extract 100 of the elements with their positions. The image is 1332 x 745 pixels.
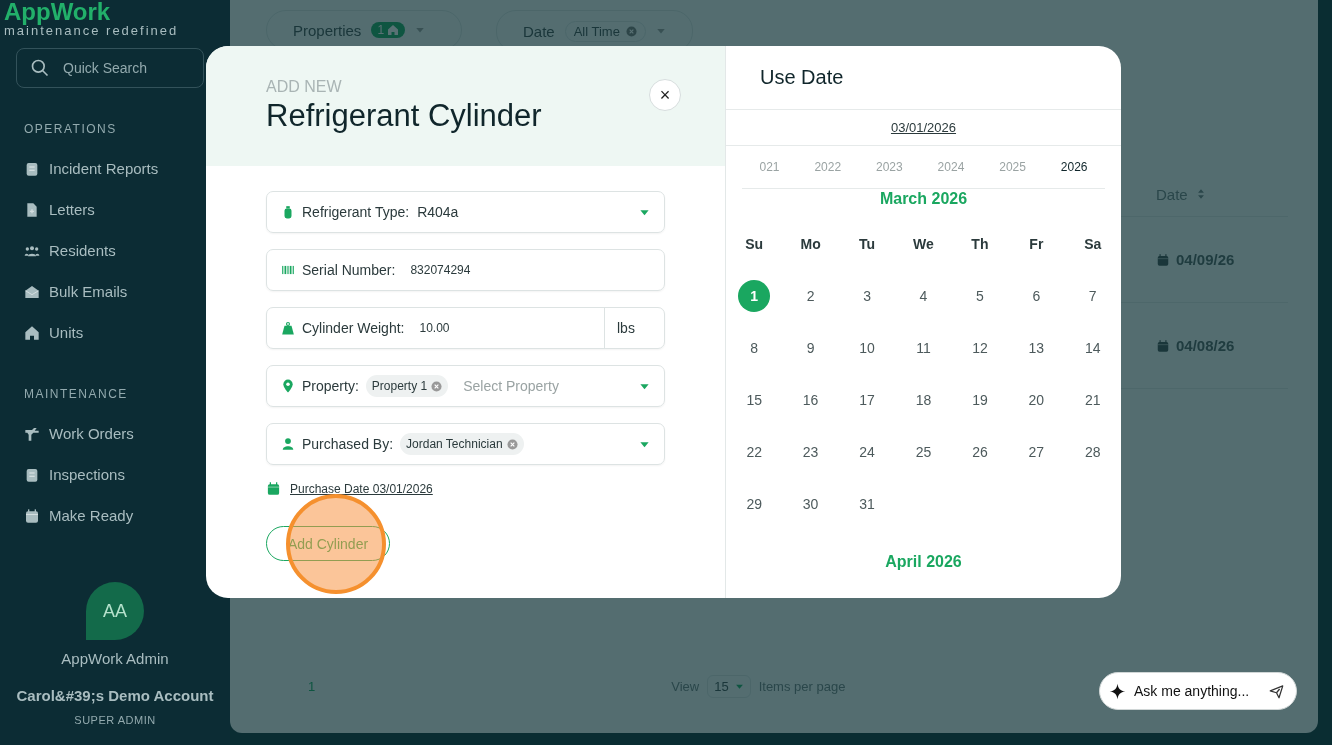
day-button[interactable]: 7 <box>1076 280 1109 312</box>
selected-date-link[interactable]: 03/01/2026 <box>890 120 957 135</box>
assistant-field[interactable]: Ask me anything... <box>1099 672 1297 710</box>
day-button[interactable]: 11 <box>907 332 940 364</box>
field-label: Property: <box>302 378 359 394</box>
sidebar-item[interactable]: Incident Reports <box>0 148 230 189</box>
day-button[interactable]: 10 <box>851 332 884 364</box>
day-button[interactable]: 14 <box>1076 332 1109 364</box>
select-field[interactable]: Refrigerant Type: R404a <box>266 191 665 233</box>
field-label: Purchased By: <box>302 436 394 452</box>
day-button[interactable]: 20 <box>1020 384 1053 416</box>
calendar-icon <box>24 507 40 524</box>
placeholder-text: Select Property <box>463 378 559 394</box>
tag-chip: Jordan Technician <box>400 433 524 455</box>
day-button[interactable]: 28 <box>1076 436 1109 468</box>
person-icon <box>281 436 295 452</box>
sidebar-item[interactable]: Work Orders <box>0 413 230 454</box>
day-button[interactable]: 9 <box>794 332 827 364</box>
clipboard-icon <box>24 160 40 177</box>
day-button[interactable]: 12 <box>963 332 996 364</box>
day-button[interactable]: 18 <box>907 384 940 416</box>
field-value: 10.00 <box>419 321 450 335</box>
select-field[interactable]: Purchased By: Jordan Technician <box>266 423 665 465</box>
section-heading: OPERATIONS <box>23 121 118 136</box>
dialog-eyebrow: ADD NEW <box>266 78 343 96</box>
day-button[interactable]: 13 <box>1020 332 1053 364</box>
day-button[interactable]: 21 <box>1076 384 1109 416</box>
field-value: 832074294 <box>410 263 471 277</box>
caret-icon <box>734 682 744 691</box>
send-icon <box>1269 684 1284 699</box>
envelope-icon <box>24 283 40 300</box>
field-label: Cylinder Weight: <box>302 320 405 336</box>
weekday-label: Sa <box>1083 235 1103 254</box>
remove-icon <box>506 438 518 450</box>
day-button[interactable]: 30 <box>794 488 827 520</box>
day-button[interactable]: 22 <box>738 436 771 468</box>
sidebar-item[interactable]: Inspections <box>0 454 230 495</box>
weekday-label: We <box>912 235 935 254</box>
search-icon <box>30 58 50 78</box>
sidebar-item[interactable]: Bulk Emails <box>0 271 230 312</box>
search-field[interactable]: Quick Search <box>16 48 204 88</box>
sparkle-icon <box>1109 683 1126 700</box>
input-field[interactable]: Serial Number: 832074294 <box>266 249 665 291</box>
user-name: AppWork Admin <box>61 650 169 667</box>
select-field[interactable]: Property: Property 1 Select Property <box>266 365 665 407</box>
day-button[interactable]: 23 <box>794 436 827 468</box>
day-button[interactable]: 4 <box>907 280 940 312</box>
sidebar-item[interactable]: Residents <box>0 230 230 271</box>
sidebar-item[interactable]: Letters <box>0 189 230 230</box>
field-value: R404a <box>417 204 459 220</box>
document-icon <box>24 201 40 218</box>
field-label: Serial Number: <box>302 262 396 278</box>
weight-icon <box>281 320 295 336</box>
close-button[interactable]: × <box>649 79 681 111</box>
caret-icon <box>655 26 666 36</box>
clipboard-icon <box>24 466 40 483</box>
day-button[interactable]: 6 <box>1020 280 1053 312</box>
year-option[interactable]: 2026 <box>1060 160 1088 174</box>
count-badge: 1 <box>371 22 406 38</box>
day-button[interactable]: 17 <box>851 384 884 416</box>
calendar-icon <box>1156 338 1170 353</box>
day-button[interactable]: 26 <box>963 436 996 468</box>
dialog-title: Refrigerant Cylinder <box>266 97 542 135</box>
day-button[interactable]: 29 <box>738 488 771 520</box>
day-button[interactable]: 3 <box>851 280 884 312</box>
weekday-label: Th <box>970 235 990 254</box>
date-link[interactable]: Purchase Date 03/01/2026 <box>290 481 433 496</box>
sidebar-item[interactable]: Units <box>0 312 230 353</box>
day-button[interactable]: 27 <box>1020 436 1053 468</box>
sidebar-item[interactable]: Make Ready <box>0 495 230 536</box>
wrench-icon <box>24 425 40 442</box>
remove-icon <box>431 380 443 392</box>
day-button[interactable]: 19 <box>963 384 996 416</box>
day-button[interactable]: 8 <box>738 332 771 364</box>
month-title: April 2026 <box>884 553 963 571</box>
logo: AppWork <box>3 0 112 24</box>
tagline: maintenance redefined <box>3 24 180 38</box>
avatar: AA <box>86 582 144 640</box>
account-name: Carol&#39;s Demo Account <box>16 687 214 704</box>
day-button[interactable]: 15 <box>738 384 771 416</box>
calendar-title: Use Date <box>726 46 1121 110</box>
house-icon <box>387 24 400 36</box>
weekday-label: Mo <box>799 235 822 254</box>
month-title: March 2026 <box>878 190 969 208</box>
house-icon <box>24 324 40 341</box>
user-role: SUPER ADMIN <box>74 714 156 726</box>
remove-icon <box>625 25 637 37</box>
weekday-label: Su <box>744 235 765 254</box>
calendar-icon <box>1156 252 1170 267</box>
day-button[interactable]: 16 <box>794 384 827 416</box>
location-pin-icon <box>281 378 295 394</box>
field-label: Refrigerant Type: <box>302 204 410 220</box>
day-button[interactable]: 24 <box>851 436 884 468</box>
input-field[interactable]: Cylinder Weight: 10.00 lbs <box>266 307 665 349</box>
section-heading: MAINTENANCE <box>23 386 129 401</box>
day-button[interactable]: 2 <box>794 280 827 312</box>
day-button[interactable]: 31 <box>851 488 884 520</box>
calendar-icon <box>266 481 281 496</box>
day-button[interactable]: 25 <box>907 436 940 468</box>
day-button[interactable]: 5 <box>963 280 996 312</box>
